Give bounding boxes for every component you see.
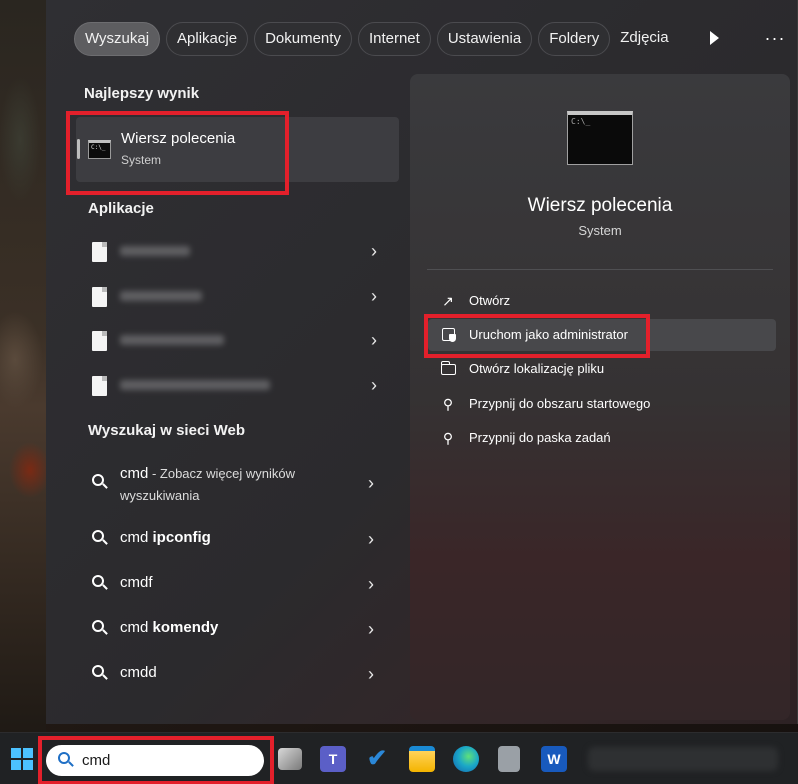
redacted-label [120, 335, 224, 345]
chevron-right-icon[interactable]: › [371, 331, 377, 349]
document-icon [92, 242, 107, 262]
redacted-taskbar-area [588, 747, 778, 771]
best-result-heading: Najlepszy wynik [84, 85, 200, 102]
pin-to-start-action[interactable]: ⚲ Przypnij do obszaru startowego [428, 388, 776, 420]
chevron-right-icon[interactable]: › [368, 530, 374, 548]
result-detail-pane: C:\_ Wiersz polecenia System ↗ Otwórz Ur… [410, 74, 790, 720]
search-filter-tabs: Wyszukaj Aplikacje Dokumenty Internet Us… [74, 22, 673, 58]
desktop-wallpaper [0, 0, 46, 740]
pin-icon: ⚲ [442, 396, 454, 412]
chevron-right-icon[interactable]: › [368, 575, 374, 593]
search-icon [92, 530, 108, 546]
search-icon [92, 575, 108, 591]
play-icon[interactable] [710, 31, 719, 45]
highlight-box-best-result [66, 111, 289, 195]
folder-icon [440, 361, 456, 375]
tab-ustawienia[interactable]: Ustawienia [436, 22, 533, 56]
search-icon [92, 620, 108, 636]
redacted-label [120, 380, 270, 390]
divider [427, 269, 773, 270]
app-result-item[interactable]: › [86, 232, 382, 272]
web-result-item[interactable]: cmd komendy › [86, 617, 386, 641]
search-icon [92, 665, 108, 681]
highlight-box-search [38, 736, 274, 784]
highlight-box-run-as-admin [424, 314, 650, 358]
tab-internet[interactable]: Internet [357, 22, 431, 56]
document-icon [92, 331, 107, 351]
tab-aplikacje[interactable]: Aplikacje [166, 22, 249, 56]
chevron-right-icon[interactable]: › [371, 287, 377, 305]
start-search-panel: Wyszukaj Aplikacje Dokumenty Internet Us… [46, 0, 798, 724]
app-result-item[interactable]: › [86, 366, 382, 406]
chevron-right-icon[interactable]: › [371, 242, 377, 260]
pin-icon: ⚲ [442, 430, 454, 446]
search-icon [92, 474, 108, 490]
chevron-right-icon[interactable]: › [371, 376, 377, 394]
detail-title: Wiersz polecenia [527, 195, 673, 216]
tab-wyszukaj[interactable]: Wyszukaj [74, 22, 161, 56]
task-view-icon[interactable] [278, 748, 302, 770]
detail-subtitle: System [578, 223, 622, 238]
taskbar: cmd T ✔ W [0, 732, 798, 784]
tab-zdjecia[interactable]: Zdjęcia [616, 22, 672, 56]
chevron-right-icon[interactable]: › [368, 620, 374, 638]
document-icon [92, 287, 107, 307]
chevron-right-icon[interactable]: › [368, 665, 374, 683]
edge-browser-icon[interactable] [453, 746, 479, 772]
open-action[interactable]: ↗ Otwórz [428, 285, 776, 317]
document-icon [92, 376, 107, 396]
web-result-item[interactable]: cmd ipconfig › [86, 527, 386, 551]
tab-foldery[interactable]: Foldery [538, 22, 611, 56]
tab-dokumenty[interactable]: Dokumenty [254, 22, 352, 56]
web-result-item[interactable]: cmdf › [86, 572, 386, 596]
open-icon: ↗ [442, 293, 454, 309]
web-search-heading: Wyszukaj w sieci Web [88, 422, 246, 439]
windows-start-icon[interactable] [11, 748, 33, 770]
file-explorer-icon[interactable] [409, 746, 435, 772]
web-result-item[interactable]: cmd - Zobacz więcej wyników wyszukiwania… [86, 464, 386, 506]
redacted-label [120, 246, 190, 256]
command-prompt-icon: C:\_ [567, 111, 633, 165]
todo-check-icon[interactable]: ✔ [364, 746, 390, 772]
chevron-right-icon[interactable]: › [368, 474, 374, 492]
teams-icon[interactable]: T [320, 746, 346, 772]
apps-heading: Aplikacje [88, 200, 154, 217]
web-result-item[interactable]: cmdd › [86, 662, 386, 686]
pin-to-taskbar-action[interactable]: ⚲ Przypnij do paska zadań [428, 422, 776, 454]
more-icon[interactable]: ··· [764, 24, 786, 52]
word-icon[interactable]: W [541, 746, 567, 772]
redacted-label [120, 291, 202, 301]
app-result-item[interactable]: › [86, 321, 382, 361]
app-result-item[interactable]: › [86, 277, 382, 317]
calculator-icon[interactable] [498, 746, 520, 772]
